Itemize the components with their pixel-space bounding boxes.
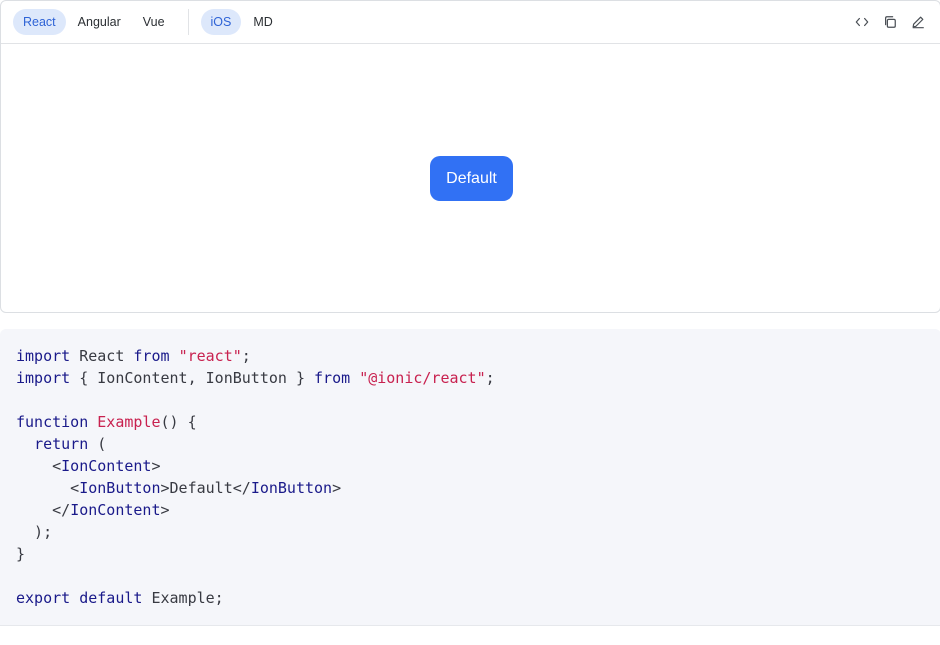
code-token: return	[34, 435, 89, 453]
code-line: function Example() {	[16, 411, 925, 433]
code-token: { IonContent, IonButton }	[70, 369, 315, 387]
code-token: IonButton	[250, 479, 333, 497]
code-token: IonContent	[61, 457, 152, 475]
code-line: }	[16, 543, 925, 565]
framework-tab-vue[interactable]: Vue	[133, 9, 175, 35]
code-token: ;	[241, 347, 251, 365]
code-line: return (	[16, 433, 925, 455]
code-block: import React from "react"; import { IonCo…	[0, 329, 940, 626]
code-token: <	[16, 457, 62, 475]
preview-area: Default	[1, 44, 940, 312]
framework-selector: React Angular Vue	[13, 9, 175, 35]
code-token: () {	[160, 413, 197, 431]
code-token: default	[79, 589, 143, 607]
code-token: <	[16, 479, 80, 497]
code-line: import React from "react";	[16, 345, 925, 367]
code-line: </IonContent>	[16, 499, 925, 521]
code-token: >	[332, 479, 342, 497]
framework-tab-angular[interactable]: Angular	[68, 9, 131, 35]
mode-tab-md[interactable]: MD	[243, 9, 282, 35]
code-token: "react"	[178, 347, 242, 365]
code-icon[interactable]	[852, 12, 872, 32]
code-token: function	[16, 413, 89, 431]
code-token: }	[16, 545, 26, 563]
code-token: React	[70, 347, 134, 365]
toolbar-divider	[187, 9, 189, 35]
code-token: >	[151, 457, 161, 475]
code-token: ;	[485, 369, 495, 387]
code-token: IonButton	[79, 479, 161, 497]
copy-icon[interactable]	[880, 12, 900, 32]
code-line: );	[16, 521, 925, 543]
edit-icon[interactable]	[908, 12, 928, 32]
code-token: "@ionic/react"	[359, 369, 486, 387]
framework-tab-react[interactable]: React	[13, 9, 66, 35]
code-token: import	[16, 369, 71, 387]
code-line: <IonContent>	[16, 455, 925, 477]
code-token: (	[88, 435, 107, 453]
code-line: <IonButton>Default</IonButton>	[16, 477, 925, 499]
code-line: export default Example;	[16, 587, 925, 609]
default-button[interactable]: Default	[430, 156, 513, 201]
code-line: import { IonContent, IonButton } from "@…	[16, 367, 925, 389]
code-token: >Default</	[160, 479, 251, 497]
code-token: );	[16, 523, 53, 541]
code-token: export	[16, 589, 71, 607]
code-token: Example;	[142, 589, 224, 607]
demo-frame: React Angular Vue iOS MD Default	[0, 0, 940, 313]
demo-toolbar: React Angular Vue iOS MD	[1, 1, 940, 44]
code-token: from	[314, 369, 351, 387]
code-token: from	[133, 347, 170, 365]
code-token: Example	[97, 413, 161, 431]
code-token: IonContent	[70, 501, 161, 519]
code-token: import	[16, 347, 71, 365]
code-token: </	[16, 501, 71, 519]
toolbar-actions	[852, 12, 928, 32]
code-token: >	[160, 501, 170, 519]
mode-selector: iOS MD	[200, 9, 283, 35]
mode-tab-ios[interactable]: iOS	[200, 9, 242, 35]
